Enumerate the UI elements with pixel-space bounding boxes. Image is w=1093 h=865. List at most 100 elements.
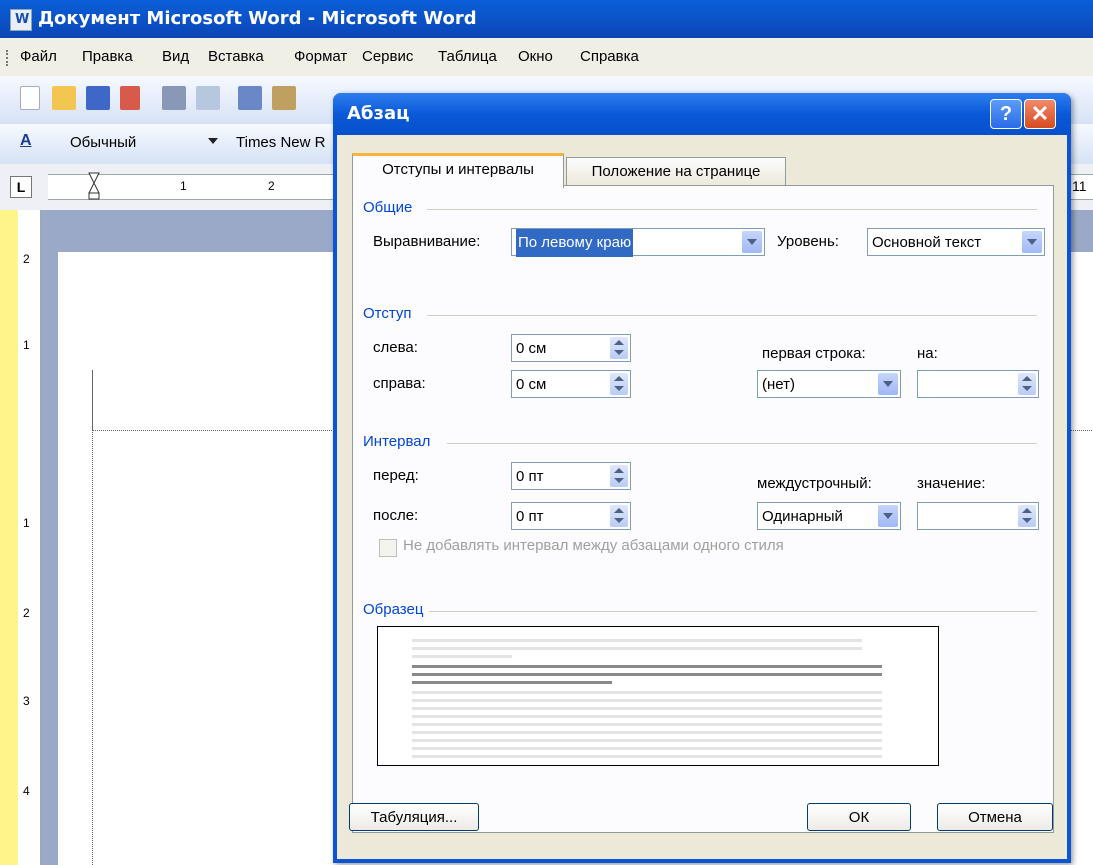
new-document-icon[interactable] [20, 86, 40, 110]
print-icon[interactable] [162, 86, 186, 110]
preview-next-line [412, 723, 882, 726]
at-spinner[interactable] [917, 502, 1039, 530]
right-indent-value: 0 см [516, 376, 547, 393]
style-combo-value: Обычный [70, 134, 137, 151]
level-label: Уровень: [777, 233, 839, 250]
chevron-down-icon[interactable] [1022, 231, 1042, 253]
space-before-value: 0 пт [516, 468, 544, 485]
menu-view[interactable]: Вид [162, 48, 189, 65]
indent-marker-icon[interactable] [88, 171, 100, 200]
preview-prev-line [412, 655, 512, 658]
spinner-arrows-icon[interactable] [1018, 505, 1036, 527]
line-spacing-select[interactable]: Одинарный [757, 502, 901, 530]
preview-box [377, 626, 939, 766]
menu-table[interactable]: Таблица [438, 48, 497, 65]
by-spinner[interactable] [917, 370, 1039, 398]
spinner-arrows-icon[interactable] [610, 505, 628, 527]
group-divider [427, 315, 1037, 316]
line-spacing-label: междустрочный: [757, 475, 872, 492]
spinner-arrows-icon[interactable] [1018, 373, 1036, 395]
group-divider [427, 209, 1037, 210]
left-indent-value: 0 см [516, 340, 547, 357]
group-divider [429, 611, 1037, 612]
research-icon[interactable] [272, 86, 296, 110]
group-divider [447, 443, 1037, 444]
spinner-arrows-icon[interactable] [610, 373, 628, 395]
preview-prev-line [412, 647, 862, 650]
ruler-number: 4 [23, 784, 30, 798]
vertical-ruler[interactable]: 2 1 1 2 3 4 [18, 210, 41, 865]
font-combo-value: Times New R [236, 134, 326, 151]
preview-prev-line [412, 639, 862, 642]
left-strip [0, 210, 18, 865]
preview-next-line [412, 715, 882, 718]
no-space-label: Не добавлять интервал между абзацами одн… [403, 537, 784, 554]
menu-help[interactable]: Справка [580, 48, 639, 65]
alignment-value: По левому краю [516, 229, 634, 257]
first-line-select[interactable]: (нет) [757, 370, 901, 398]
styles-icon[interactable]: A [20, 132, 32, 150]
style-combo[interactable]: Обычный [66, 131, 226, 155]
close-button[interactable]: ✕ [1024, 99, 1056, 129]
word-window-title: Документ Microsoft Word - Microsoft Word [38, 8, 477, 29]
cancel-button[interactable]: Отмена [937, 803, 1053, 831]
menu-bar: Файл Правка Вид Вставка Формат Сервис Та… [0, 38, 1093, 76]
tab-indents-spacing[interactable]: Отступы и интервалы [352, 153, 564, 188]
font-combo[interactable]: Times New R [232, 131, 332, 155]
space-after-label: после: [373, 507, 419, 524]
ruler-number: 3 [23, 694, 30, 708]
tab-line-page-breaks[interactable]: Положение на странице [566, 157, 786, 186]
menu-edit[interactable]: Правка [82, 48, 133, 65]
preview-next-line [412, 755, 882, 758]
print-preview-icon[interactable] [196, 86, 220, 110]
preview-sample-line [412, 665, 882, 668]
right-indent-label: справа: [373, 375, 426, 392]
menu-file[interactable]: Файл [20, 48, 57, 65]
ruler-number: 11 [1072, 178, 1087, 194]
menu-tools[interactable]: Сервис [362, 48, 413, 65]
ruler-number: 2 [268, 179, 275, 193]
open-folder-icon[interactable] [52, 86, 76, 110]
spinner-arrows-icon[interactable] [610, 465, 628, 487]
level-select[interactable]: Основной текст [867, 228, 1045, 256]
line-spacing-value: Одинарный [762, 508, 843, 525]
menu-format[interactable]: Формат [294, 48, 347, 65]
general-heading: Общие [363, 199, 413, 216]
alignment-label: Выравнивание: [373, 233, 481, 250]
spelling-icon[interactable] [238, 86, 262, 110]
tab-stop-selector[interactable]: L [10, 176, 32, 198]
menu-window[interactable]: Окно [518, 48, 553, 65]
preview-next-line [412, 707, 882, 710]
menu-insert[interactable]: Вставка [208, 48, 264, 65]
ruler-number: 1 [23, 516, 30, 530]
preview-sample-line [412, 673, 882, 676]
chevron-down-icon[interactable] [878, 505, 898, 527]
word-app-icon [10, 1, 32, 39]
chevron-down-icon[interactable] [878, 373, 898, 395]
preview-next-line [412, 731, 882, 734]
preview-next-line [412, 747, 882, 750]
spinner-arrows-icon[interactable] [610, 337, 628, 359]
first-line-value: (нет) [762, 376, 795, 393]
left-indent-spinner[interactable]: 0 см [511, 334, 631, 362]
paragraph-dialog: Абзац ? ✕ Отступы и интервалы Положение … [333, 93, 1071, 863]
space-after-value: 0 пт [516, 508, 544, 525]
space-after-spinner[interactable]: 0 пт [511, 502, 631, 530]
help-button[interactable]: ? [990, 99, 1022, 129]
no-space-checkbox[interactable] [379, 539, 397, 557]
space-before-spinner[interactable]: 0 пт [511, 462, 631, 490]
dialog-title-bar[interactable]: Абзац ? ✕ [333, 93, 1071, 135]
menu-grip [6, 50, 11, 66]
right-indent-spinner[interactable]: 0 см [511, 370, 631, 398]
ok-button[interactable]: ОК [807, 803, 911, 831]
by-label: на: [917, 345, 938, 362]
ruler-number: 1 [23, 338, 30, 352]
alignment-select[interactable]: По левому краю [511, 228, 765, 257]
save-icon[interactable] [86, 86, 110, 110]
preview-next-line [412, 691, 882, 694]
permission-icon[interactable] [120, 86, 140, 110]
margin-guide [92, 370, 93, 430]
chevron-down-icon[interactable] [742, 231, 762, 253]
dialog-body: Отступы и интервалы Положение на страниц… [337, 135, 1067, 859]
tabs-button[interactable]: Табуляция... [349, 803, 479, 831]
